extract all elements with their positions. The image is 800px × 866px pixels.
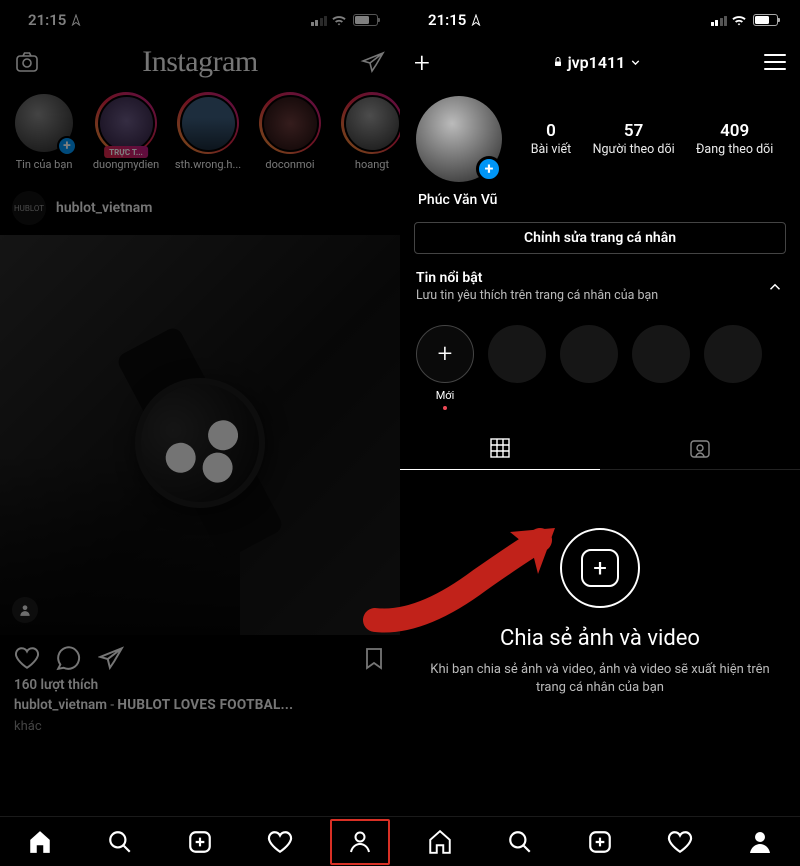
highlight-placeholder	[704, 325, 762, 410]
story-item[interactable]: sth.wrong.h...	[174, 92, 242, 171]
add-story-badge[interactable]: +	[476, 156, 502, 182]
status-time: 21:15	[428, 11, 466, 29]
lock-icon	[552, 56, 564, 68]
profile-header: + jvp1411	[400, 40, 800, 84]
highlights-title: Tin nổi bật	[416, 270, 658, 286]
tab-profile[interactable]	[330, 819, 390, 865]
post-likes[interactable]: 160 lượt thích	[0, 677, 400, 693]
highlights-tray[interactable]: + Mới	[400, 311, 800, 418]
empty-title: Chia sẻ ảnh và video	[420, 626, 780, 651]
tab-tagged[interactable]	[600, 426, 800, 470]
post-image[interactable]	[0, 235, 400, 635]
status-time: 21:15	[28, 11, 66, 29]
chevron-down-icon	[629, 56, 642, 69]
profile-display-name: Phúc Văn Vũ	[400, 190, 800, 218]
profile-screen: 21:15 + jvp1411 + 0Bài viết 57Người theo…	[400, 0, 800, 866]
story-label: hoangt	[355, 158, 389, 171]
highlights-section: Tin nổi bật Lưu tin yêu thích trên trang…	[400, 254, 800, 311]
tab-search[interactable]	[490, 819, 550, 865]
empty-profile-state: + Chia sẻ ảnh và video Khi bạn chia sẻ ả…	[400, 470, 800, 697]
battery-icon	[353, 14, 378, 26]
camera-icon[interactable]	[14, 50, 40, 74]
messages-icon[interactable]	[360, 50, 386, 74]
like-icon[interactable]	[14, 645, 40, 671]
tab-grid[interactable]	[400, 426, 600, 470]
story-item[interactable]: TRỰC T... duongmydien	[92, 92, 160, 171]
tab-home[interactable]	[410, 819, 470, 865]
stat-followers[interactable]: 57Người theo dõi	[593, 121, 675, 157]
tagged-icon	[688, 436, 712, 460]
username-dropdown[interactable]: jvp1411	[552, 53, 643, 72]
story-label: duongmydien	[93, 158, 159, 171]
save-icon[interactable]	[362, 645, 386, 671]
feed-screen: 21:15 Instagram + Tin của bạn TRỰC T... …	[0, 0, 400, 866]
live-badge: TRỰC T...	[104, 146, 148, 158]
highlight-new[interactable]: + Mới	[416, 325, 474, 410]
tab-profile[interactable]	[730, 819, 790, 865]
post-author-avatar[interactable]: HUBLOT	[12, 191, 46, 225]
highlight-placeholder	[560, 325, 618, 410]
battery-icon	[753, 14, 778, 26]
instagram-logo: Instagram	[142, 45, 257, 79]
tab-home[interactable]	[10, 819, 70, 865]
stat-posts[interactable]: 0Bài viết	[531, 121, 572, 157]
tab-new-post[interactable]	[170, 819, 230, 865]
tab-search[interactable]	[90, 819, 150, 865]
signal-icon	[711, 15, 728, 26]
caption-more[interactable]: khác	[0, 717, 400, 736]
tagged-people-icon[interactable]	[12, 597, 38, 623]
highlights-subtitle: Lưu tin yêu thích trên trang cá nhân của…	[416, 288, 658, 303]
tab-new-post[interactable]	[570, 819, 630, 865]
profile-avatar[interactable]: +	[416, 96, 502, 182]
signal-icon	[311, 15, 328, 26]
edit-profile-button[interactable]: Chỉnh sửa trang cá nhân	[414, 222, 786, 254]
wifi-icon	[331, 14, 347, 26]
status-bar: 21:15	[0, 0, 400, 40]
empty-body: Khi bạn chia sẻ ảnh và video, ảnh và vid…	[420, 661, 780, 697]
feed-header: Instagram	[0, 40, 400, 84]
story-label: sth.wrong.h...	[175, 158, 241, 171]
story-label: doconmoi	[265, 158, 314, 171]
stories-tray[interactable]: + Tin của bạn TRỰC T... duongmydien sth.…	[0, 84, 400, 181]
tab-bar	[400, 816, 800, 866]
status-bar: 21:15	[400, 0, 800, 40]
share-icon[interactable]	[98, 645, 124, 671]
post-actions	[0, 635, 400, 677]
story-item[interactable]: hoangt	[338, 92, 400, 171]
badge-dot	[443, 406, 447, 410]
menu-icon[interactable]	[764, 54, 786, 70]
stat-following[interactable]: 409Đang theo dõi	[696, 121, 773, 157]
tab-activity[interactable]	[250, 819, 310, 865]
tab-activity[interactable]	[650, 819, 710, 865]
add-story-badge: +	[57, 136, 77, 156]
highlight-placeholder	[632, 325, 690, 410]
comment-icon[interactable]	[56, 645, 82, 671]
profile-stats-row: + 0Bài viết 57Người theo dõi 409Đang the…	[400, 84, 800, 190]
story-label: Tin của bạn	[16, 158, 73, 171]
chevron-up-icon[interactable]	[766, 278, 784, 296]
post-header[interactable]: HUBLOT hublot_vietnam	[0, 181, 400, 235]
story-item[interactable]: doconmoi	[256, 92, 324, 171]
grid-icon	[488, 436, 512, 460]
story-your-story[interactable]: + Tin của bạn	[10, 92, 78, 171]
create-post-icon[interactable]: +	[560, 528, 640, 608]
tab-bar	[0, 816, 400, 866]
highlight-placeholder	[488, 325, 546, 410]
wifi-icon	[731, 14, 747, 26]
profile-content-tabs	[400, 426, 800, 470]
discover-people-icon[interactable]: +	[414, 46, 430, 79]
post-author-name[interactable]: hublot_vietnam	[56, 200, 152, 216]
post-caption[interactable]: hublot_vietnam - HUBLOT LOVES FOOTBAL...	[0, 693, 400, 717]
